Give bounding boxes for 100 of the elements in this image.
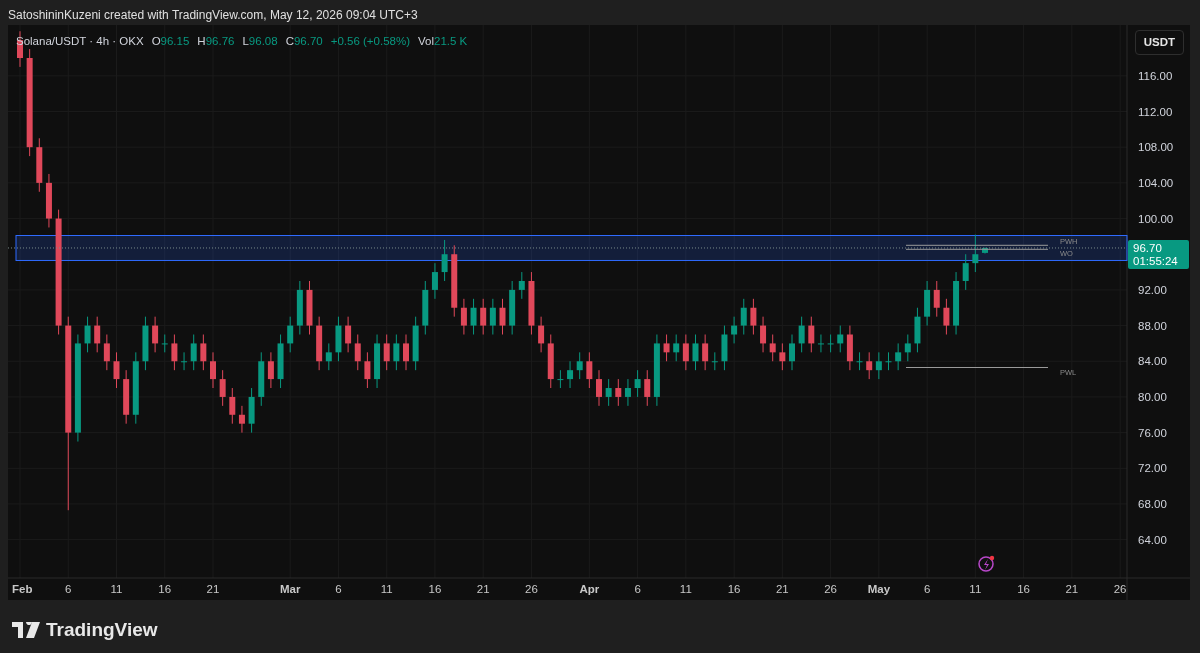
date-label: 21 (206, 583, 220, 595)
candle (325, 342, 332, 371)
date-label: Feb (12, 583, 33, 595)
candle (962, 253, 969, 291)
ohlc-value: O96.15 (151, 34, 190, 49)
candle (740, 298, 747, 335)
candle (238, 405, 245, 434)
price-label: 108.00 (1138, 141, 1174, 154)
date-label: Mar (279, 583, 301, 595)
candle (567, 360, 574, 389)
change-value: +0.56 (+0.58%) (330, 34, 410, 49)
candle (45, 173, 52, 228)
candle (470, 298, 477, 335)
candle (576, 351, 583, 380)
candle (306, 280, 313, 335)
candle (634, 369, 641, 398)
candle (663, 334, 670, 362)
date-label: 21 (476, 583, 490, 595)
candle (673, 334, 680, 362)
price-label: 84.00 (1138, 355, 1167, 368)
date-label: 6 (335, 583, 342, 595)
date-label: 16 (428, 583, 442, 595)
candle (953, 271, 960, 335)
price-label: 104.00 (1138, 176, 1174, 189)
candle (827, 334, 834, 353)
candle (682, 334, 689, 371)
candle (364, 351, 371, 389)
candle (538, 316, 545, 353)
volume-value: Vol21.5 K (418, 34, 468, 49)
candle (374, 334, 381, 389)
candle (210, 351, 216, 389)
date-label: 11 (380, 583, 393, 595)
candle (460, 298, 467, 335)
candle (982, 246, 988, 254)
candle (489, 298, 496, 335)
candle (885, 351, 892, 371)
date-label: 11 (679, 583, 692, 595)
candle (528, 271, 535, 335)
candle (393, 334, 400, 371)
price-label: 76.00 (1138, 426, 1167, 439)
date-label: 11 (969, 583, 982, 595)
candle (856, 351, 863, 371)
date-label: 26 (1113, 583, 1127, 595)
candle (229, 387, 236, 425)
candle (557, 369, 564, 389)
candle (441, 239, 448, 282)
candle (644, 369, 651, 407)
candle (692, 334, 699, 371)
candle (615, 378, 622, 407)
candle (190, 334, 197, 371)
candle (152, 316, 159, 353)
date-label: 21 (775, 583, 789, 595)
candle (499, 298, 506, 335)
candle (702, 334, 709, 371)
candle (142, 316, 149, 371)
candle (277, 334, 284, 389)
candle (84, 316, 91, 353)
candle (547, 334, 554, 389)
candle (769, 334, 776, 362)
price-label: 64.00 (1138, 533, 1167, 546)
candle (431, 262, 438, 300)
date-label: 6 (65, 583, 72, 595)
price-label: 68.00 (1138, 497, 1167, 510)
date-label: 16 (158, 583, 172, 595)
candle (731, 316, 738, 344)
candle (422, 280, 429, 335)
candle (808, 316, 815, 353)
price-label: 72.00 (1138, 462, 1167, 475)
candle (750, 298, 757, 335)
candle (943, 298, 950, 335)
candle (760, 316, 767, 353)
date-label: 6 (634, 583, 641, 595)
candle (335, 316, 342, 362)
candle (798, 316, 805, 353)
candle (895, 342, 902, 371)
logo-icon (12, 622, 40, 639)
price-label: 80.00 (1138, 390, 1167, 403)
candle (36, 137, 43, 193)
price-label: 116.00 (1138, 69, 1173, 82)
candle (972, 234, 979, 273)
candle (94, 316, 101, 353)
candle (518, 271, 525, 300)
candle (161, 334, 168, 353)
candle (846, 325, 853, 371)
date-label: 16 (1017, 583, 1030, 595)
date-label: 21 (1065, 583, 1079, 595)
lightning-icon[interactable] (978, 555, 995, 572)
attribution-text: SatoshininKuzeni created with TradingView.com, May 12, 2026 09:04 UTC+3 (7, 7, 419, 24)
currency-button[interactable]: USDT (1134, 30, 1184, 56)
candle (123, 369, 130, 425)
candle (866, 351, 873, 380)
date-label: 16 (727, 583, 741, 595)
date-label: May (867, 583, 891, 595)
candle (914, 307, 921, 353)
candle (605, 378, 612, 407)
candle (412, 316, 419, 371)
ohlc-value: L96.08 (242, 34, 278, 49)
price-tag: 96.70 01:55:24 (1128, 240, 1189, 269)
candle (480, 298, 487, 335)
date-label: 26 (824, 583, 837, 595)
